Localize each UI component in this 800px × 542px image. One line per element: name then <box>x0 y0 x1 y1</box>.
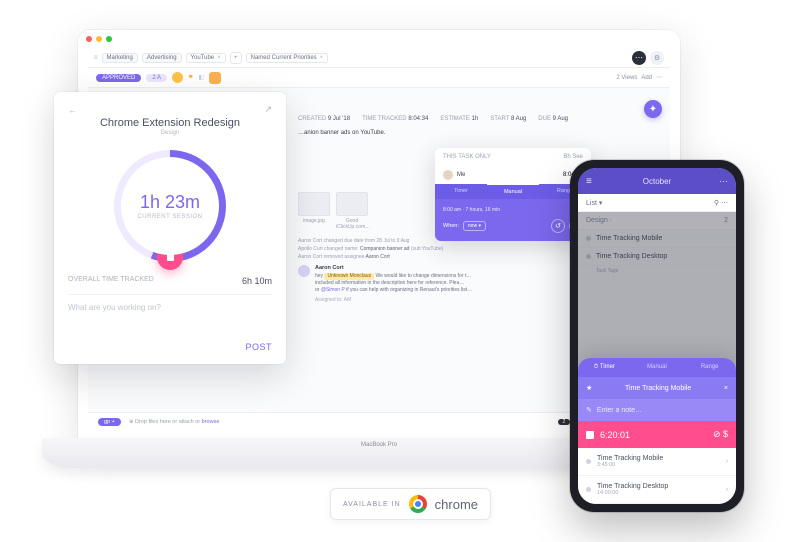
view-select[interactable]: List ▾ <box>586 199 602 207</box>
timer-duration: 1h 23m <box>140 192 200 213</box>
running-time: 6:20:01 <box>600 430 630 440</box>
menu-icon[interactable]: ≡ <box>586 176 592 187</box>
open-icon[interactable]: ↗ <box>264 104 272 115</box>
comment-count: 2 <box>558 419 571 425</box>
sheet-tab-manual[interactable]: Manual <box>631 358 684 377</box>
timer-ring: 1h 23m CURRENT SESSION <box>114 150 226 262</box>
more-icon[interactable]: ⋯ <box>632 51 646 65</box>
mac-titlebar <box>78 30 680 48</box>
drop-hint: ⊕ Drop files here or attach or browse <box>129 419 220 425</box>
phone-title: October <box>643 177 671 186</box>
running-timer: 6:20:01 ⊘ $ <box>578 421 736 448</box>
task-description: …anion banner ads on YouTube. <box>298 130 660 136</box>
phone-frame: ≡ October ⋯ List ▾ ⚲ ⋯ Design ·2 Time Tr… <box>570 160 744 512</box>
card-sub: Design <box>68 130 272 136</box>
task-meta: CREATED 9 Jul '18 TIME TRACKED 8:04:34 E… <box>298 116 660 122</box>
ellipsis-icon[interactable]: ⋯ <box>656 74 662 81</box>
menu-icon[interactable]: ≡ <box>94 55 98 61</box>
avatar <box>443 170 453 180</box>
extension-card: ← ↗ Chrome Extension Redesign Design 1h … <box>54 92 286 364</box>
stop-icon[interactable] <box>586 431 594 439</box>
traffic-close[interactable] <box>86 36 92 42</box>
chrome-badge[interactable]: AVAILABLE IN chrome <box>330 488 491 520</box>
status-pill[interactable]: APPROVED <box>96 74 141 82</box>
timer-label: CURRENT SESSION <box>137 214 202 220</box>
time-entry-popup: THIS TASK ONLYBh See Me 8:04:34 Timer Ma… <box>435 148 591 241</box>
tab-manual[interactable]: Manual <box>487 184 539 199</box>
avatar <box>298 265 310 277</box>
traffic-min[interactable] <box>96 36 102 42</box>
phone-subbar: List ▾ ⚲ ⋯ <box>578 194 736 212</box>
sheet-tab-timer[interactable]: ⏱ Timer <box>578 358 631 377</box>
attachment-item[interactable]: Good iClickUp.com… <box>336 192 368 230</box>
assignee-avatar[interactable] <box>172 72 183 83</box>
note-input[interactable]: What are you working on? <box>68 294 272 312</box>
flag-icon[interactable]: ⚑ <box>188 74 193 81</box>
badge-avail: AVAILABLE IN <box>343 501 401 508</box>
comment-author: Aaron Cort <box>315 265 472 273</box>
back-icon[interactable]: ← <box>68 105 77 115</box>
entry-item[interactable]: Time Tracking Mobile3:45:00› <box>578 448 736 476</box>
phone-header: ≡ October ⋯ <box>578 168 736 194</box>
views-label[interactable]: 2 Views <box>616 75 637 81</box>
tab-priorities[interactable]: Named Current Priorities× <box>246 53 329 63</box>
close-icon[interactable]: × <box>217 55 221 61</box>
tab-add[interactable]: + <box>230 52 242 64</box>
popup-tabs: Timer Manual Range <box>435 184 591 199</box>
ellipsis-icon[interactable]: ⋯ <box>719 176 728 187</box>
search-icon[interactable]: ⚲ ⋯ <box>714 199 728 207</box>
card-title: Chrome Extension Redesign <box>68 117 272 129</box>
tab-marketing[interactable]: Marketing <box>102 53 138 63</box>
overall-label: OVERALL TIME TRACKED <box>68 276 154 286</box>
close-icon[interactable]: × <box>320 55 324 61</box>
timer-sheet: ⏱ Timer Manual Range ★ Time Tracking Mob… <box>578 358 736 504</box>
assigned-to: Assigned to: AM <box>315 297 472 304</box>
close-icon[interactable]: × <box>724 385 728 392</box>
tab-youtube[interactable]: YouTube× <box>186 53 226 63</box>
entry-item[interactable]: Time Tracking Desktop14:00:00› <box>578 476 736 504</box>
popup-scope: THIS TASK ONLY <box>443 154 491 160</box>
tag-icon[interactable]: ⊘ $ <box>713 429 728 440</box>
gear-icon[interactable]: ⚙ <box>650 51 664 65</box>
attachment-item[interactable]: image.jpg <box>298 192 330 230</box>
traffic-max[interactable] <box>106 36 112 42</box>
tag-icon[interactable]: ◧ <box>198 74 204 81</box>
sheet-task[interactable]: ★ Time Tracking Mobile× <box>578 377 736 399</box>
undo-icon[interactable]: ↺ <box>551 219 565 233</box>
status-count: 2 A <box>146 74 167 82</box>
when-label: When: <box>443 223 459 229</box>
add-label[interactable]: Add <box>641 75 652 81</box>
tab-timer[interactable]: Timer <box>435 184 487 199</box>
post-button[interactable]: POST <box>245 342 272 352</box>
when-select[interactable]: now ▾ <box>463 221 486 231</box>
sheet-tab-range[interactable]: Range <box>683 358 736 377</box>
chrome-icon <box>409 495 427 513</box>
tab-bar: ≡ Marketing Advertising YouTube× + Named… <box>88 48 670 68</box>
tab-advertising[interactable]: Advertising <box>142 53 182 63</box>
mention[interactable]: @Simon P <box>321 287 345 293</box>
gitlab-icon[interactable] <box>209 72 221 84</box>
badge-name: chrome <box>435 497 478 512</box>
sheet-note[interactable]: ✎ Enter a note… <box>578 399 736 421</box>
task-toolbar: APPROVED 2 A ⚑ ◧ 2 Views Add ⋯ <box>88 68 670 88</box>
popup-range: 8:00 am · 7 hours, 16 min <box>443 207 583 213</box>
overall-value: 6h 10m <box>242 276 272 286</box>
mention-chip[interactable]: Unknown Monclaus <box>324 273 374 280</box>
browse-link[interactable]: browse <box>202 419 220 425</box>
popup-see[interactable]: Bh See <box>563 154 583 160</box>
popup-user: Me <box>457 172 465 178</box>
attach-pill[interactable]: gp + <box>98 418 121 426</box>
